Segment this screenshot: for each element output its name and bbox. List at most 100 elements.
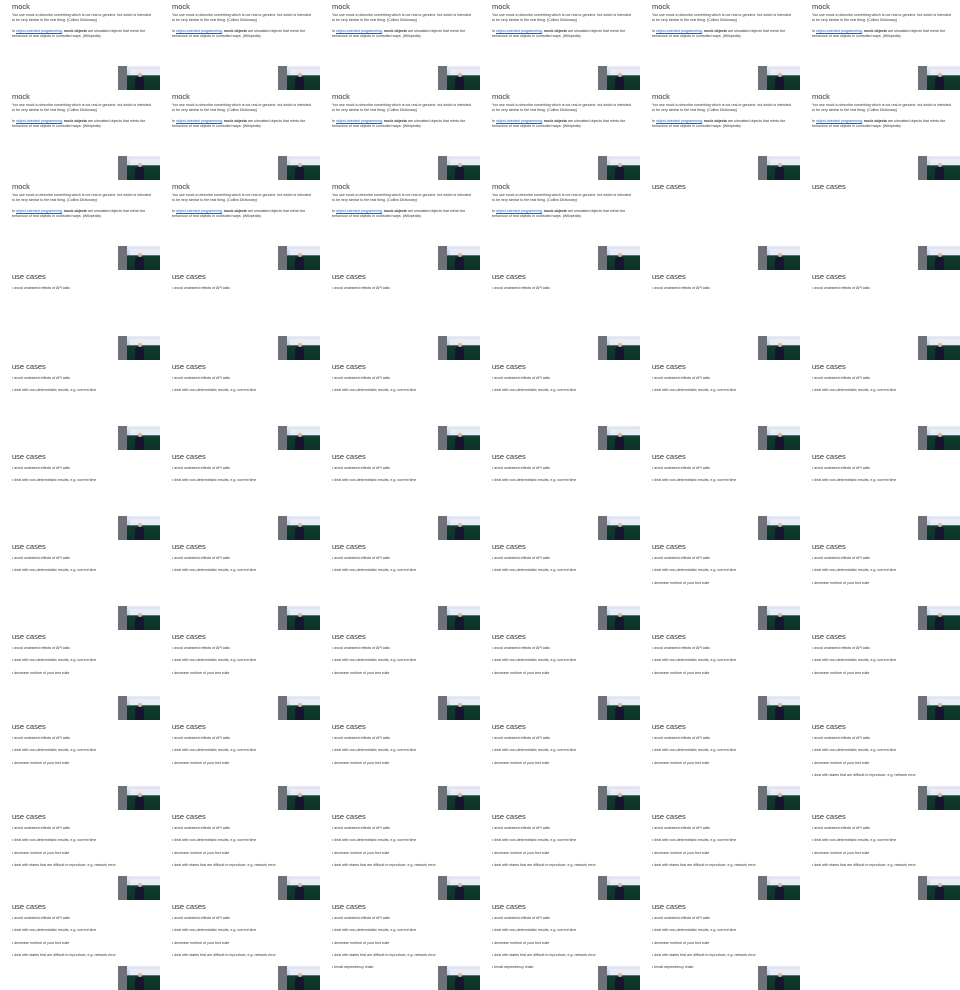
speaker-figure bbox=[935, 433, 944, 450]
use-cases-list: avoid undesired effects of API calls deal… bbox=[812, 376, 957, 401]
slide-title: use cases bbox=[12, 812, 46, 821]
speaker-body bbox=[455, 707, 464, 720]
frame-tile: use cases bbox=[640, 180, 800, 270]
use-case-bullet: avoid undesired effects of API calls bbox=[332, 646, 477, 651]
speaker-body bbox=[295, 797, 304, 810]
wall-panel bbox=[278, 516, 287, 540]
use-case-bullet: deal with non-deterministic results, e.g… bbox=[812, 658, 957, 663]
use-case-bullet: deal with non-deterministic results, e.g… bbox=[812, 388, 957, 393]
definition-wikipedia: In object-oriented programming, mock obj… bbox=[172, 119, 312, 128]
mock-objects-bold: mock objects bbox=[223, 209, 247, 213]
slide-title: mock bbox=[492, 2, 510, 11]
use-case-bullet: decrease runtime of your test suite bbox=[812, 851, 957, 856]
speaker-video-thumbnail bbox=[278, 786, 320, 810]
speaker-figure bbox=[615, 523, 624, 540]
wall-panel bbox=[278, 966, 287, 990]
speaker-video-thumbnail bbox=[598, 66, 640, 90]
speaker-figure bbox=[935, 343, 944, 360]
slide-title: use cases bbox=[12, 362, 46, 371]
oop-link[interactable]: object-oriented programming bbox=[816, 119, 862, 123]
slide-title: use cases bbox=[332, 632, 366, 641]
use-case-bullet: avoid undesired effects of API calls bbox=[12, 376, 157, 381]
slide-title: mock bbox=[332, 182, 350, 191]
use-case-bullet: deal with non-deterministic results, e.g… bbox=[652, 478, 797, 483]
wall-panel bbox=[278, 606, 287, 630]
speaker-body bbox=[455, 437, 464, 450]
slide-title: use cases bbox=[172, 632, 206, 641]
speaker-figure bbox=[455, 793, 464, 810]
oop-link[interactable]: object-oriented programming bbox=[816, 29, 862, 33]
oop-link[interactable]: object-oriented programming bbox=[336, 209, 382, 213]
wall-panel bbox=[758, 696, 767, 720]
speaker-body bbox=[295, 977, 304, 990]
use-case-bullet: deal with states that are difficult to r… bbox=[12, 863, 157, 868]
speaker-video-thumbnail bbox=[438, 156, 480, 180]
oop-link[interactable]: object-oriented programming bbox=[656, 29, 702, 33]
oop-link[interactable]: object-oriented programming bbox=[16, 119, 62, 123]
slide-title: mock bbox=[172, 2, 190, 11]
speaker-figure bbox=[455, 613, 464, 630]
speaker-video-thumbnail bbox=[598, 876, 640, 900]
oop-link[interactable]: object-oriented programming bbox=[176, 29, 222, 33]
use-case-bullet: deal with non-deterministic results, e.g… bbox=[12, 388, 157, 393]
use-case-bullet: decrease runtime of your test suite bbox=[12, 851, 157, 856]
speaker-figure bbox=[615, 253, 624, 270]
mock-objects-bold: mock objects bbox=[543, 29, 567, 33]
oop-link[interactable]: object-oriented programming bbox=[176, 209, 222, 213]
use-case-bullet: deal with non-deterministic results, e.g… bbox=[652, 658, 797, 663]
mock-objects-bold: mock objects bbox=[63, 209, 87, 213]
use-case-bullet: deal with non-deterministic results, e.g… bbox=[652, 928, 797, 933]
wall-panel bbox=[278, 786, 287, 810]
use-case-bullet: avoid undesired effects of API calls bbox=[652, 466, 797, 471]
frame-tile: use cases bbox=[800, 180, 960, 270]
use-case-bullet: decrease runtime of your test suite bbox=[652, 761, 797, 766]
wall-panel bbox=[118, 66, 127, 90]
slide-title: use cases bbox=[172, 722, 206, 731]
wall-panel bbox=[118, 516, 127, 540]
speaker-figure bbox=[775, 433, 784, 450]
speaker-figure bbox=[935, 703, 944, 720]
oop-link[interactable]: object-oriented programming bbox=[496, 209, 542, 213]
wall-panel bbox=[758, 606, 767, 630]
use-case-bullet: avoid undesired effects of API calls bbox=[492, 376, 637, 381]
use-case-bullet: avoid undesired effects of API calls bbox=[492, 646, 637, 651]
wall-panel bbox=[758, 336, 767, 360]
oop-link[interactable]: object-oriented programming bbox=[16, 29, 62, 33]
oop-link[interactable]: object-oriented programming bbox=[496, 119, 542, 123]
speaker-video-thumbnail bbox=[758, 696, 800, 720]
speaker-video-thumbnail bbox=[918, 696, 960, 720]
mock-objects-bold: mock objects bbox=[63, 29, 87, 33]
oop-link[interactable]: object-oriented programming bbox=[656, 119, 702, 123]
frame-tile: use cases avoid undesired effects of API … bbox=[320, 900, 480, 990]
oop-link[interactable]: object-oriented programming bbox=[336, 29, 382, 33]
slide-title: use cases bbox=[332, 902, 366, 911]
definition-collins: You use mock to describe something which… bbox=[812, 13, 951, 22]
speaker-body bbox=[295, 257, 304, 270]
mock-objects-bold: mock objects bbox=[63, 119, 87, 123]
oop-link[interactable]: object-oriented programming bbox=[336, 119, 382, 123]
use-case-bullet: deal with non-deterministic results, e.g… bbox=[332, 478, 477, 483]
slide-title: use cases bbox=[652, 272, 686, 281]
wall-panel bbox=[918, 246, 927, 270]
oop-link[interactable]: object-oriented programming bbox=[16, 209, 62, 213]
use-case-bullet: deal with non-deterministic results, e.g… bbox=[492, 388, 637, 393]
mock-objects-bold: mock objects bbox=[863, 29, 887, 33]
definition-collins: You use mock to describe something which… bbox=[172, 193, 311, 202]
frame-tile: use cases avoid undesired effects of API … bbox=[0, 900, 160, 990]
oop-link[interactable]: object-oriented programming bbox=[176, 119, 222, 123]
frame-tile: use cases avoid undesired effects of API … bbox=[320, 810, 480, 900]
use-cases-list: avoid undesired effects of API calls deal… bbox=[172, 826, 317, 875]
speaker-video-thumbnail bbox=[598, 516, 640, 540]
speaker-video-thumbnail bbox=[438, 516, 480, 540]
speaker-video-thumbnail bbox=[438, 876, 480, 900]
use-case-bullet: deal with non-deterministic results, e.g… bbox=[332, 748, 477, 753]
speaker-video-thumbnail bbox=[598, 966, 640, 990]
use-case-bullet: deal with non-deterministic results, e.g… bbox=[812, 748, 957, 753]
use-case-bullet: deal with non-deterministic results, e.g… bbox=[492, 748, 637, 753]
speaker-video-thumbnail bbox=[598, 606, 640, 630]
use-case-bullet: deal with states that are difficult to r… bbox=[812, 773, 957, 778]
use-cases-list: avoid undesired effects of API calls deal… bbox=[492, 736, 637, 773]
oop-link[interactable]: object-oriented programming bbox=[496, 29, 542, 33]
wall-panel bbox=[598, 66, 607, 90]
use-case-bullet: deal with non-deterministic results, e.g… bbox=[12, 568, 157, 573]
